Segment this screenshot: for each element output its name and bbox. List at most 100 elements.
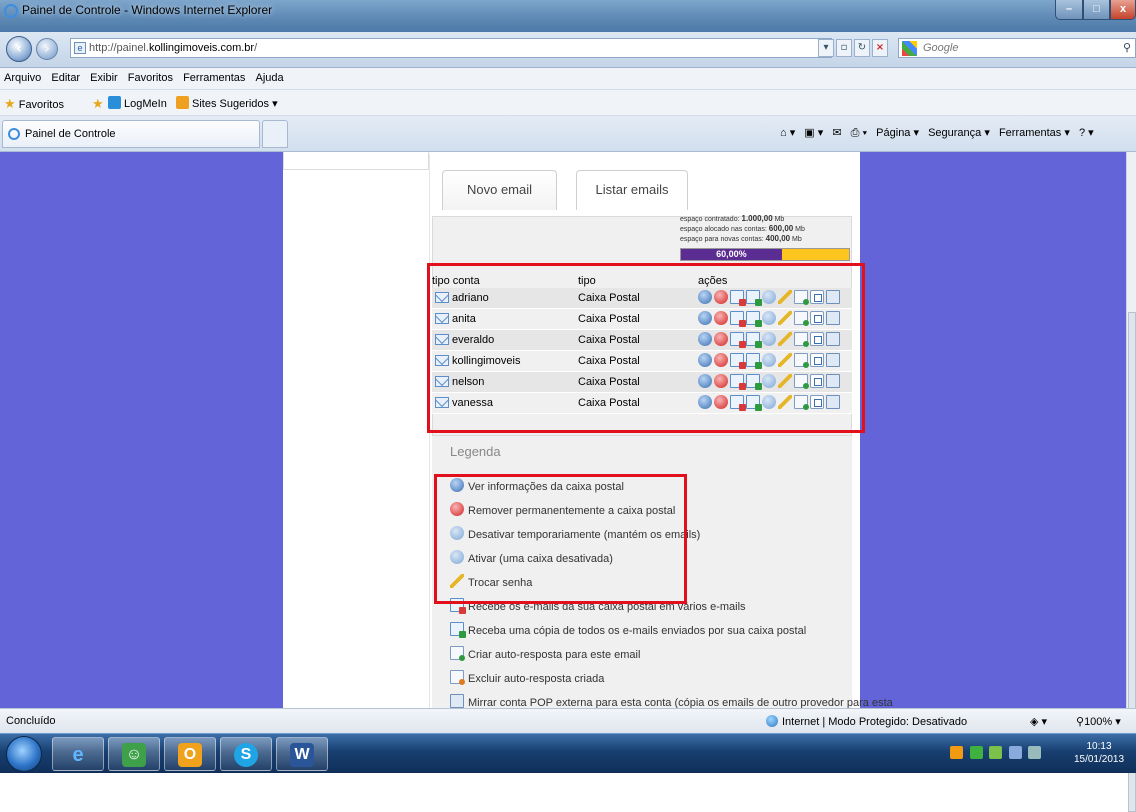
legend-item: Criar auto-resposta para este email (450, 646, 640, 661)
navigation-bar: ‹ › e http://painel.kollingimoveis.com.b… (0, 32, 1136, 68)
menu-bar: Arquivo Editar Exibir Favoritos Ferramen… (0, 68, 1136, 90)
system-tray (950, 746, 1060, 764)
window-title: Painel de Controle - Windows Internet Ex… (22, 3, 273, 17)
compatibility-view-button[interactable]: ▫ (836, 39, 852, 57)
ferramentas-menu[interactable]: Ferramentas ▾ (999, 127, 1070, 139)
tray-app-icon[interactable] (950, 746, 963, 759)
menu-arquivo[interactable]: Arquivo (0, 68, 44, 84)
print-icon[interactable]: ⎙ ▾ (851, 127, 867, 139)
quota-unit: Mb (774, 216, 785, 223)
forward-button[interactable]: › (36, 38, 58, 60)
url-host: kollingimoveis.com.br (148, 42, 255, 54)
close-button[interactable]: x (1110, 0, 1136, 20)
mail-icon[interactable]: ✉ (832, 127, 841, 139)
globe-icon (766, 715, 778, 727)
search-input[interactable]: Google ⚲ (898, 38, 1136, 58)
taskbar-skype[interactable]: S (220, 737, 272, 771)
zoom-label: 100% (1084, 716, 1113, 728)
ie-taskbar-icon: e (72, 744, 84, 766)
taskbar-outlook[interactable]: O (164, 737, 216, 771)
highlight-legend-items (434, 474, 687, 604)
tab-listar-emails[interactable]: Listar emails (576, 170, 688, 210)
quota-contracted: espaço contratado: 1.000,00 Mb (680, 214, 852, 224)
quota-contracted-value: 1.000,00 (741, 214, 773, 223)
favorites-star-icon: ★ (4, 96, 16, 111)
tray-shield-icon[interactable] (969, 746, 983, 759)
google-icon (902, 41, 917, 56)
quota-free-value: 400,00 (765, 234, 791, 243)
menu-editar[interactable]: Editar (47, 68, 83, 84)
favorite-sites-label: Sites Sugeridos ▾ (192, 98, 278, 110)
home-icon[interactable]: ⌂ ▾ (780, 127, 795, 139)
quota-allocated-label: espaço alocado nas contas: (680, 226, 767, 233)
security-zone-label: Internet | Modo Protegido: Desativado (782, 716, 968, 728)
taskbar-gerenciador[interactable]: ☺ (108, 737, 160, 771)
maximize-button[interactable]: □ (1083, 0, 1110, 20)
menu-favoritos[interactable]: Favoritos (124, 68, 176, 84)
legend-item: Receba uma cópia de todos os e-mails env… (450, 622, 806, 638)
skype-icon: S (234, 743, 258, 767)
copy-mail-icon (450, 622, 466, 638)
quota-unit: Mb (795, 226, 805, 233)
taskbar-internet-explorer[interactable]: e (52, 737, 104, 771)
tray-network-icon[interactable] (1008, 746, 1022, 759)
new-tab-button[interactable] (262, 120, 288, 148)
search-icon[interactable]: ⚲ (1123, 39, 1131, 57)
tab-novo-email[interactable]: Novo email (442, 170, 557, 210)
protected-mode-icon[interactable]: ◈ ▾ (1030, 715, 1047, 728)
refresh-button[interactable]: ↻ (854, 39, 870, 57)
status-text: Concluído (6, 715, 56, 727)
browser-tab-active[interactable]: Painel de Controle (2, 120, 260, 148)
suggested-sites-icon (176, 96, 189, 109)
back-button[interactable]: ‹ (6, 36, 32, 62)
address-bar[interactable]: e http://painel.kollingimoveis.com.br/ (70, 38, 832, 58)
zoom-level[interactable]: ⚲100% ▾ (1076, 715, 1121, 728)
url-prefix: http://painel. (89, 42, 149, 54)
legend-item: Excluir auto-resposta criada (450, 670, 604, 685)
minimize-button[interactable]: – (1055, 0, 1083, 20)
add-to-favorites-bar-button[interactable]: ★ (92, 96, 104, 112)
command-bar: ⌂ ▾ ▣ ▾ ✉ ⎙ ▾ Página ▾ Segurança ▾ Ferra… (780, 126, 1100, 140)
menu-exibir[interactable]: Exibir (86, 68, 121, 84)
stop-button[interactable]: × (872, 39, 888, 57)
menu-ajuda[interactable]: Ajuda (251, 68, 286, 84)
legend-item-text: Excluir auto-resposta criada (468, 673, 605, 685)
legend-title: Legenda (450, 444, 501, 459)
logmein-icon (108, 96, 121, 109)
menu-ferramentas[interactable]: Ferramentas (179, 68, 248, 84)
tray-update-icon[interactable] (989, 746, 1002, 759)
url-suffix: / (254, 42, 258, 54)
search-placeholder: Google (923, 42, 959, 54)
tray-volume-icon[interactable] (1028, 746, 1041, 759)
window-title-bar: Painel de Controle - Windows Internet Ex… (0, 0, 1136, 32)
clock-time: 10:13 (1086, 741, 1112, 752)
pagina-menu[interactable]: Página ▾ (876, 127, 919, 139)
pop-mirror-icon (450, 694, 464, 708)
taskbar-word[interactable]: W (276, 737, 328, 771)
seguranca-menu[interactable]: Segurança ▾ (928, 127, 990, 139)
address-dropdown-button[interactable]: ▾ (818, 39, 834, 57)
help-icon[interactable]: ? ▾ (1079, 127, 1094, 139)
page-icon: e (74, 42, 86, 54)
add-favorite-icon: ★ (92, 96, 104, 111)
legend-item-text: Criar auto-resposta para este email (468, 649, 641, 661)
quota-info: espaço contratado: 1.000,00 Mb espaço al… (680, 214, 852, 244)
word-icon: W (290, 743, 314, 767)
favorite-sites-sugeridos[interactable]: Sites Sugeridos ▾ (176, 96, 278, 110)
vertical-scrollbar[interactable] (1126, 152, 1136, 812)
favorites-bar: ★ Favoritos ★ LogMeIn Sites Sugeridos ▾ (0, 90, 1136, 116)
status-bar: Concluído Internet | Modo Protegido: Des… (0, 708, 1136, 733)
favorites-label: Favoritos (18, 99, 64, 111)
quota-contracted-label: espaço contratado: (680, 216, 740, 223)
favorites-button[interactable]: ★ Favoritos (4, 96, 64, 112)
quota-allocated: espaço alocado nas contas: 600,00 Mb (680, 224, 852, 234)
security-zone[interactable]: Internet | Modo Protegido: Desativado (766, 715, 967, 728)
autoreply-delete-icon (450, 670, 465, 685)
taskbar-clock[interactable]: 10:13 15/01/2013 (1066, 740, 1132, 766)
ie-logo-icon (4, 4, 18, 18)
feeds-icon[interactable]: ▣ ▾ (804, 127, 823, 139)
favorite-logmein[interactable]: LogMeIn (108, 96, 167, 110)
quota-unit: Mb (792, 236, 802, 243)
sidebar-cell (283, 152, 429, 170)
start-button[interactable] (6, 736, 42, 772)
